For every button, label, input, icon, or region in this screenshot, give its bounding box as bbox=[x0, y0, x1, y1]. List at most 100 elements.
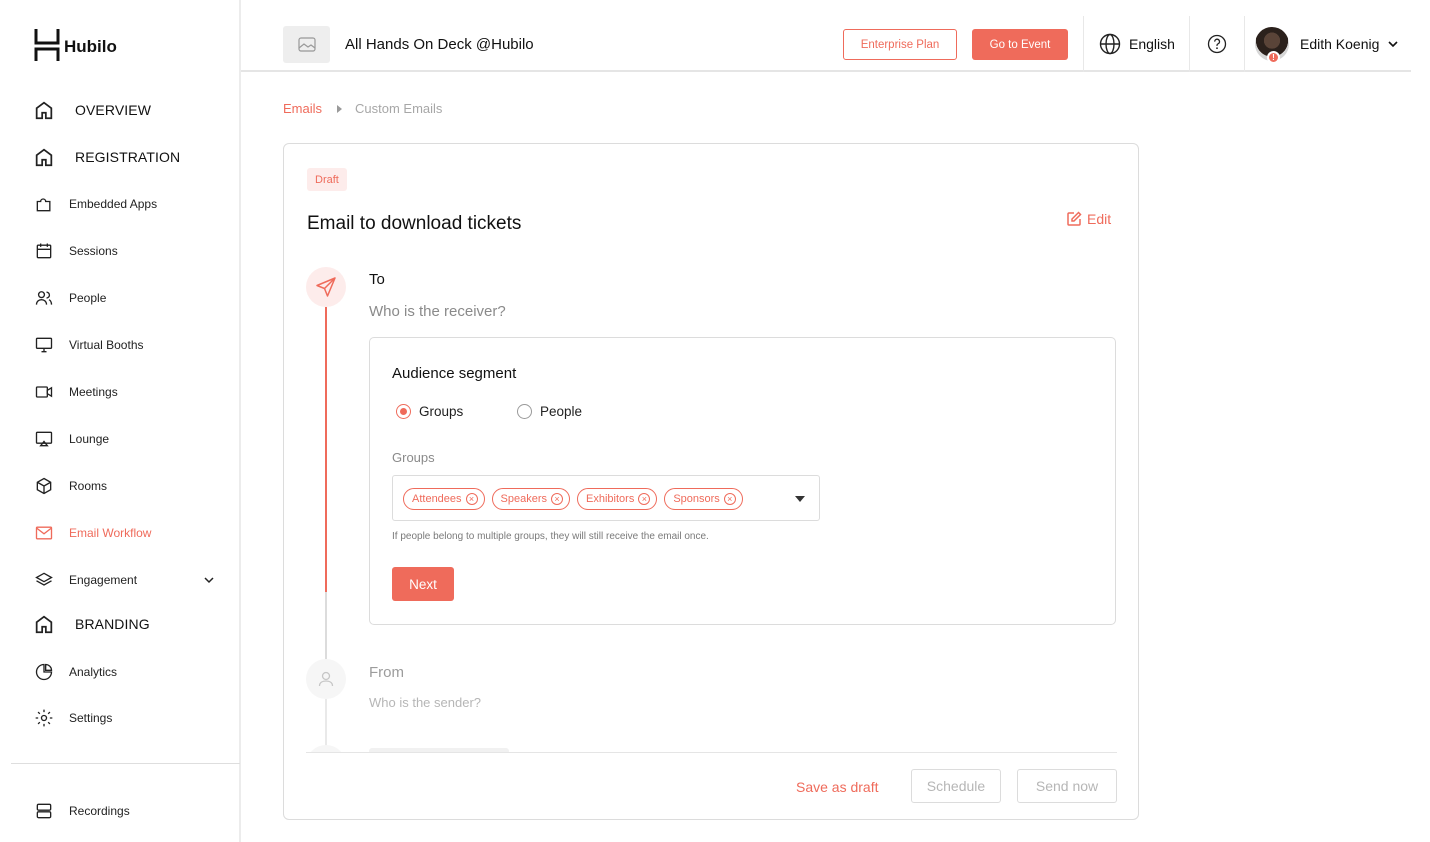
chevron-down-icon bbox=[1388, 41, 1398, 48]
edit-icon bbox=[1067, 211, 1082, 226]
group-chip-sponsors: Sponsors × bbox=[664, 488, 743, 510]
remove-chip-icon[interactable]: × bbox=[723, 493, 736, 505]
send-icon bbox=[316, 277, 336, 297]
user-menu[interactable]: ! Edith Koenig bbox=[1255, 27, 1399, 64]
chip-label: Speakers bbox=[500, 493, 548, 505]
monitor-icon bbox=[33, 334, 55, 356]
remove-chip-icon[interactable]: × bbox=[638, 493, 651, 505]
group-chip-attendees: Attendees × bbox=[403, 488, 485, 510]
group-chip-speakers: Speakers × bbox=[491, 488, 571, 510]
breadcrumb-caret-icon bbox=[337, 104, 343, 113]
sidebar-item-label: Recordings bbox=[69, 804, 130, 818]
next-button[interactable]: Next bbox=[392, 567, 454, 601]
radio-empty-icon bbox=[517, 404, 532, 419]
sidebar-item-label: Sessions bbox=[69, 244, 118, 258]
remove-chip-icon[interactable]: × bbox=[465, 493, 478, 505]
brand-logo[interactable]: Hubilo bbox=[34, 26, 117, 64]
avatar: ! bbox=[1255, 27, 1289, 64]
mail-icon bbox=[33, 522, 55, 544]
sidebar-item-label: Analytics bbox=[69, 665, 118, 679]
sidebar-item-overview[interactable]: OVERVIEW bbox=[0, 90, 239, 130]
sidebar: Hubilo OVERVIEW REGISTRATION Embedded Ap… bbox=[0, 0, 241, 842]
user-icon bbox=[318, 671, 334, 687]
event-image-placeholder[interactable] bbox=[283, 26, 330, 63]
event-title: All Hands On Deck @Hubilo bbox=[345, 36, 534, 53]
from-step-subtitle: Who is the sender? bbox=[369, 695, 482, 710]
step-progress-line bbox=[325, 307, 327, 592]
radio-label: People bbox=[540, 404, 583, 419]
home-icon bbox=[33, 99, 55, 121]
globe-icon bbox=[1099, 33, 1121, 55]
dropdown-caret-icon[interactable] bbox=[795, 496, 805, 502]
sidebar-item-rooms[interactable]: Rooms bbox=[0, 466, 239, 506]
edit-button[interactable]: Edit bbox=[1066, 211, 1111, 227]
sidebar-item-label: Engagement bbox=[69, 573, 138, 587]
sidebar-item-label: BRANDING bbox=[75, 616, 150, 632]
sidebar-item-settings[interactable]: Settings bbox=[0, 698, 239, 738]
pie-chart-icon bbox=[33, 661, 55, 683]
sidebar-item-analytics[interactable]: Analytics bbox=[0, 652, 239, 692]
layers-icon bbox=[33, 569, 55, 591]
go-to-event-button[interactable]: Go to Event bbox=[972, 29, 1068, 60]
calendar-icon bbox=[33, 240, 55, 262]
language-selector[interactable]: English bbox=[1099, 33, 1175, 55]
groups-radio[interactable]: Groups bbox=[396, 404, 463, 419]
schedule-button[interactable]: Schedule bbox=[911, 769, 1001, 803]
audience-segment-title: Audience segment bbox=[392, 365, 517, 382]
server-icon bbox=[33, 800, 55, 822]
help-icon[interactable] bbox=[1207, 34, 1227, 54]
people-radio[interactable]: People bbox=[517, 404, 582, 419]
chip-label: Exhibitors bbox=[586, 493, 635, 505]
people-icon bbox=[33, 287, 55, 309]
sidebar-item-recordings[interactable]: Recordings bbox=[0, 791, 239, 831]
step-to-indicator bbox=[306, 267, 346, 307]
sidebar-item-registration[interactable]: REGISTRATION bbox=[0, 137, 239, 177]
sidebar-item-label: Meetings bbox=[69, 385, 118, 399]
radio-selected-icon bbox=[396, 404, 411, 419]
chip-label: Attendees bbox=[412, 493, 462, 505]
sidebar-item-meetings[interactable]: Meetings bbox=[0, 372, 239, 412]
step-from-indicator bbox=[306, 659, 346, 699]
sidebar-item-embedded-apps[interactable]: Embedded Apps bbox=[0, 184, 239, 224]
remove-chip-icon[interactable]: × bbox=[551, 493, 564, 505]
audience-segment-panel: Audience segment Groups People Groups At… bbox=[369, 337, 1116, 625]
groups-multiselect[interactable]: Attendees × Speakers × Exhibitors × Sponsor… bbox=[392, 475, 820, 521]
email-actions-footer: Save as draft Schedule Send now bbox=[306, 752, 1117, 819]
sidebar-item-label: Email Workflow bbox=[69, 526, 152, 540]
cube-icon bbox=[33, 475, 55, 497]
sidebar-item-lounge[interactable]: Lounge bbox=[0, 419, 239, 459]
home-icon bbox=[33, 613, 55, 635]
breadcrumb-current: Custom Emails bbox=[355, 101, 443, 116]
home-icon bbox=[33, 146, 55, 168]
to-step-label: To bbox=[369, 271, 385, 288]
sidebar-item-label: Rooms bbox=[69, 479, 108, 493]
save-as-draft-button[interactable]: Save as draft bbox=[796, 779, 879, 795]
divider bbox=[1244, 16, 1245, 72]
send-now-button[interactable]: Send now bbox=[1017, 769, 1117, 803]
sidebar-item-engagement[interactable]: Engagement bbox=[0, 560, 239, 600]
sidebar-item-people[interactable]: People bbox=[0, 278, 239, 318]
sidebar-item-label: Virtual Booths bbox=[69, 338, 144, 352]
sidebar-item-branding[interactable]: BRANDING bbox=[0, 604, 239, 644]
sidebar-item-label: Lounge bbox=[69, 432, 110, 446]
divider bbox=[1083, 16, 1084, 72]
language-label: English bbox=[1129, 36, 1175, 52]
from-step-label: From bbox=[369, 664, 404, 681]
gear-icon bbox=[33, 707, 55, 729]
sidebar-item-email-workflow[interactable]: Email Workflow bbox=[0, 513, 239, 553]
sidebar-divider bbox=[11, 763, 240, 764]
sidebar-item-label: Embedded Apps bbox=[69, 197, 158, 211]
notification-badge: ! bbox=[1267, 51, 1280, 64]
chevron-down-icon[interactable] bbox=[203, 574, 215, 586]
lounge-icon bbox=[33, 428, 55, 450]
image-icon bbox=[297, 37, 316, 52]
video-icon bbox=[33, 381, 55, 403]
sidebar-item-virtual-booths[interactable]: Virtual Booths bbox=[0, 325, 239, 365]
sidebar-item-label: OVERVIEW bbox=[75, 102, 152, 118]
brand-name: Hubilo bbox=[64, 37, 117, 56]
sidebar-item-sessions[interactable]: Sessions bbox=[0, 231, 239, 271]
enterprise-plan-button[interactable]: Enterprise Plan bbox=[843, 29, 957, 60]
email-card: Draft Email to download tickets Edit To … bbox=[283, 143, 1139, 820]
breadcrumb-emails-link[interactable]: Emails bbox=[283, 101, 322, 116]
groups-hint-text: If people belong to multiple groups, the… bbox=[392, 531, 709, 542]
